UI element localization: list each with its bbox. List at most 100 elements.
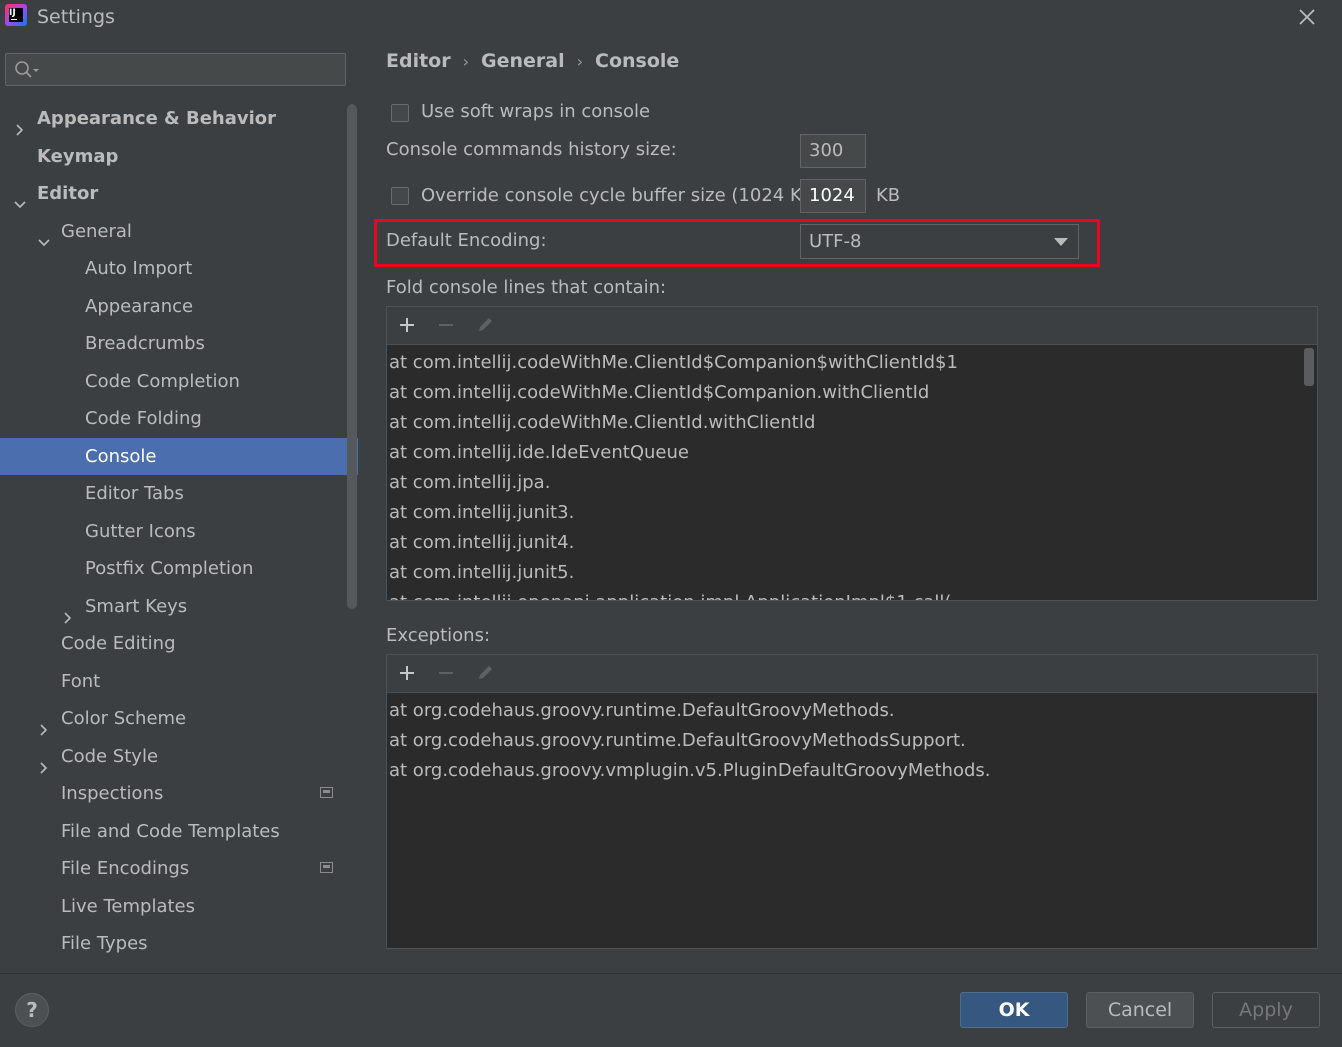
sidebar-item-label: File Encodings (61, 858, 190, 879)
settings-search-input[interactable] (5, 53, 346, 86)
sidebar-item-label: Editor (37, 183, 99, 204)
sidebar-item-label: Color Scheme (61, 708, 187, 729)
title-bar: IJ Settings (0, 0, 1342, 36)
sidebar-item-file-encodings[interactable]: File Encodings (0, 850, 358, 887)
sidebar-item-label: Appearance (85, 296, 194, 317)
breadcrumb-editor: Editor (386, 50, 451, 72)
list-item[interactable]: at com.intellij.junit5. (389, 558, 574, 588)
sidebar-item-code-editing[interactable]: Code Editing (0, 625, 358, 662)
sidebar-item-label: Gutter Icons (85, 521, 196, 542)
sidebar-item-editor-tabs[interactable]: Editor Tabs (0, 475, 358, 512)
sidebar-item-auto-import[interactable]: Auto Import (0, 250, 358, 287)
sidebar-item-label: Inspections (61, 783, 164, 804)
buffer-size-input[interactable]: 1024 (800, 179, 866, 213)
sidebar-item-label: Live Templates (61, 896, 195, 917)
sidebar-item-label: Auto Import (85, 258, 193, 279)
close-icon[interactable] (1292, 4, 1322, 32)
sidebar-item-file-and-code-templates[interactable]: File and Code Templates (0, 813, 358, 850)
remove-icon (436, 315, 456, 335)
window-title: Settings (37, 6, 115, 28)
sidebar-item-console[interactable]: Console (0, 438, 358, 475)
sidebar-item-smart-keys[interactable]: Smart Keys (0, 588, 358, 625)
sidebar-item-label: Code Style (61, 746, 159, 767)
exceptions-panel: at org.codehaus.groovy.runtime.DefaultGr… (386, 654, 1318, 949)
exceptions-list[interactable]: at org.codehaus.groovy.runtime.DefaultGr… (387, 693, 1317, 948)
sidebar-item-label: Smart Keys (85, 596, 188, 617)
chevron-right-icon[interactable] (62, 600, 74, 624)
settings-sidebar: Appearance & Behavior Keymap Editor General… (0, 36, 360, 973)
project-scope-icon (320, 787, 333, 798)
override-buffer-label: Override console cycle buffer size (1024… (421, 185, 822, 206)
list-item[interactable]: at org.codehaus.groovy.runtime.DefaultGr… (389, 726, 966, 756)
list-item[interactable]: at com.intellij.openapi.application.impl… (389, 588, 951, 600)
cancel-button[interactable]: Cancel (1086, 992, 1194, 1028)
chevron-down-icon[interactable] (14, 187, 26, 209)
soft-wraps-label: Use soft wraps in console (421, 101, 651, 122)
list-item[interactable]: at com.intellij.codeWithMe.ClientId$Comp… (389, 348, 958, 378)
sidebar-item-appearance[interactable]: Appearance (0, 288, 358, 325)
sidebar-item-general[interactable]: General (0, 213, 358, 250)
list-item[interactable]: at com.intellij.junit4. (389, 528, 574, 558)
sidebar-item-breadcrumbs[interactable]: Breadcrumbs (0, 325, 358, 362)
sidebar-item-file-types[interactable]: File Types (0, 925, 358, 962)
add-icon[interactable] (397, 315, 417, 335)
list-item[interactable]: at org.codehaus.groovy.runtime.DefaultGr… (389, 696, 895, 726)
fold-lines-panel: at com.intellij.codeWithMe.ClientId$Comp… (386, 306, 1318, 601)
sidebar-item-appearance-behavior[interactable]: Appearance & Behavior (0, 100, 358, 137)
list-item[interactable]: at org.codehaus.groovy.vmplugin.v5.Plugi… (389, 756, 991, 786)
sidebar-item-font[interactable]: Font (0, 663, 358, 700)
search-icon (14, 60, 40, 85)
buffer-unit-label: KB (876, 185, 901, 206)
sidebar-item-label: Keymap (37, 146, 119, 167)
help-button[interactable]: ? (15, 993, 49, 1027)
add-icon[interactable] (397, 663, 417, 683)
fold-list-scrollbar[interactable] (1304, 348, 1314, 386)
console-settings-panel: Editor › General › Console Use soft wraps in… (360, 36, 1342, 973)
history-size-input[interactable]: 300 (800, 134, 866, 168)
sidebar-item-live-templates[interactable]: Live Templates (0, 888, 358, 925)
sidebar-item-gutter-icons[interactable]: Gutter Icons (0, 513, 358, 550)
override-buffer-checkbox[interactable] (391, 187, 409, 205)
edit-pencil-icon (475, 663, 495, 683)
list-item[interactable]: at com.intellij.ide.IdeEventQueue (389, 438, 689, 468)
intellij-logo-icon: IJ (5, 4, 27, 26)
sidebar-scrollbar[interactable] (347, 104, 357, 609)
list-item[interactable]: at com.intellij.junit3. (389, 498, 574, 528)
sidebar-item-code-style[interactable]: Code Style (0, 738, 358, 775)
list-item[interactable]: at com.intellij.codeWithMe.ClientId$Comp… (389, 378, 929, 408)
history-size-label: Console commands history size: (386, 139, 677, 160)
sidebar-item-label: File and Code Templates (61, 821, 280, 842)
breadcrumb-console: Console (595, 50, 680, 72)
list-item[interactable]: at com.intellij.codeWithMe.ClientId.with… (389, 408, 815, 438)
sidebar-item-keymap[interactable]: Keymap (0, 138, 358, 175)
soft-wraps-checkbox[interactable] (391, 104, 409, 122)
sidebar-item-postfix-completion[interactable]: Postfix Completion (0, 550, 358, 587)
remove-icon (436, 663, 456, 683)
sidebar-item-label: Appearance & Behavior (37, 108, 277, 129)
chevron-right-icon[interactable] (38, 712, 50, 736)
project-scope-icon (320, 862, 333, 873)
list-item[interactable]: at com.intellij.jpa. (389, 468, 550, 498)
sidebar-item-label: File Types (61, 933, 148, 954)
encoding-highlight-box (374, 219, 1100, 267)
sidebar-item-inspections[interactable]: Inspections (0, 775, 358, 812)
chevron-right-icon[interactable] (14, 112, 26, 136)
exceptions-toolbar (387, 655, 1317, 693)
sidebar-item-label: Console (85, 446, 157, 467)
sidebar-item-editor[interactable]: Editor (0, 175, 358, 212)
sidebar-item-label: Editor Tabs (85, 483, 184, 504)
sidebar-item-label: Font (61, 671, 101, 692)
sidebar-item-label: Postfix Completion (85, 558, 254, 579)
sidebar-item-label: Code Completion (85, 371, 240, 392)
dialog-button-bar: ? OK Cancel Apply (0, 973, 1342, 1047)
sidebar-item-code-completion[interactable]: Code Completion (0, 363, 358, 400)
chevron-down-icon[interactable] (38, 225, 50, 247)
sidebar-item-code-folding[interactable]: Code Folding (0, 400, 358, 437)
fold-lines-list[interactable]: at com.intellij.codeWithMe.ClientId$Comp… (387, 345, 1317, 600)
exceptions-label: Exceptions: (386, 625, 491, 646)
sidebar-item-color-scheme[interactable]: Color Scheme (0, 700, 358, 737)
ok-button[interactable]: OK (960, 992, 1068, 1028)
chevron-right-icon[interactable] (38, 750, 50, 774)
edit-pencil-icon (475, 315, 495, 335)
apply-button[interactable]: Apply (1212, 992, 1320, 1028)
